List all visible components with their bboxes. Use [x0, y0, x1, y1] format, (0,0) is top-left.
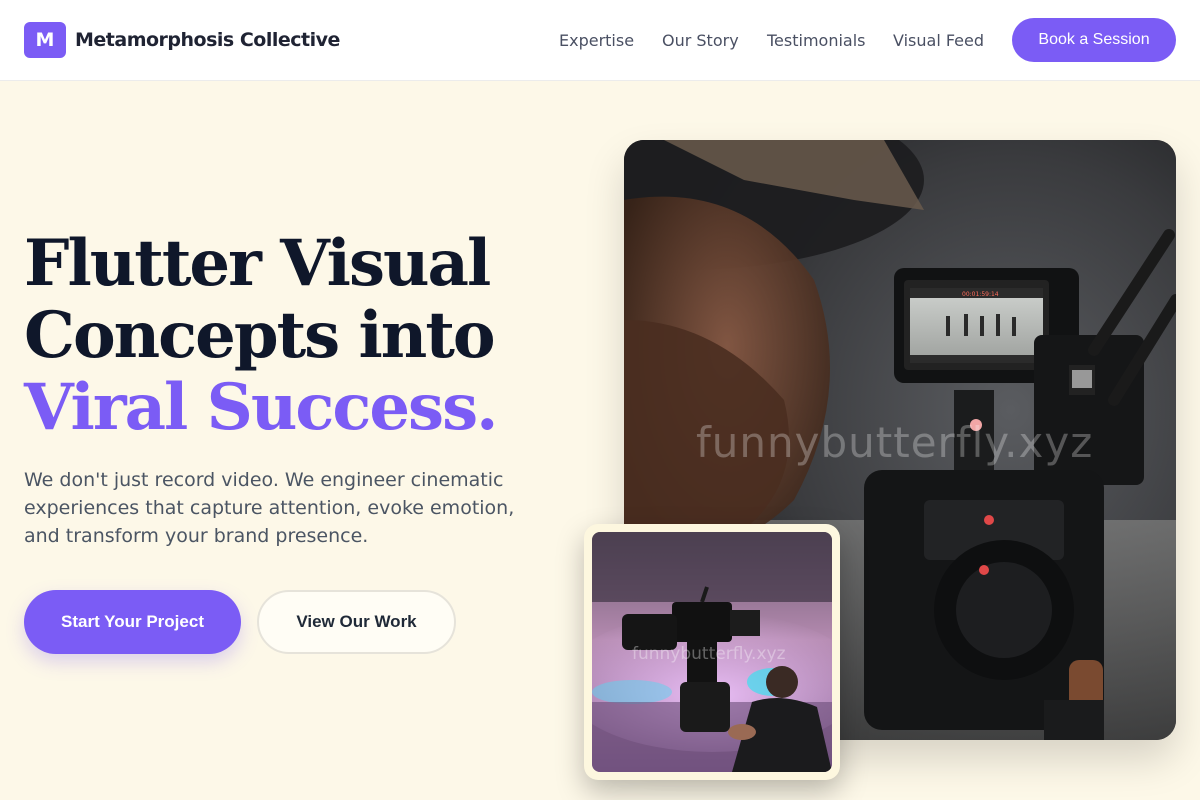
hero-title-line-2: Concepts into — [24, 298, 496, 373]
brand-name: Metamorphosis Collective — [75, 29, 340, 51]
brand-logo[interactable]: M Metamorphosis Collective — [24, 22, 340, 58]
hero-title-accent: Viral Success. — [24, 370, 498, 445]
book-session-button[interactable]: Book a Session — [1012, 18, 1176, 62]
monitor-timecode: 00:01:59:14 — [962, 291, 999, 298]
hero-inset-photo: funnybutterfly.xyz — [584, 524, 840, 780]
start-project-button[interactable]: Start Your Project — [24, 590, 241, 654]
nav-link-visual-feed[interactable]: Visual Feed — [893, 31, 984, 50]
view-work-button[interactable]: View Our Work — [257, 590, 456, 654]
nav-link-expertise[interactable]: Expertise — [559, 31, 634, 50]
site-header: M Metamorphosis Collective Expertise Our… — [0, 0, 1200, 81]
hero-description: We don't just record video. We engineer … — [24, 469, 515, 547]
main-photo-watermark: funnybutterfly.xyz — [696, 418, 1094, 467]
hero-title-line-1: Flutter Visual — [24, 226, 491, 301]
inset-photo-watermark: funnybutterfly.xyz — [632, 644, 786, 664]
nav-link-our-story[interactable]: Our Story — [662, 31, 739, 50]
brand-mark-icon: M — [24, 22, 66, 58]
nav-link-testimonials[interactable]: Testimonials — [767, 31, 866, 50]
hero-title: Flutter Visual Concepts into Viral Succe… — [24, 226, 498, 445]
inset-photo-frame: funnybutterfly.xyz — [592, 532, 832, 772]
